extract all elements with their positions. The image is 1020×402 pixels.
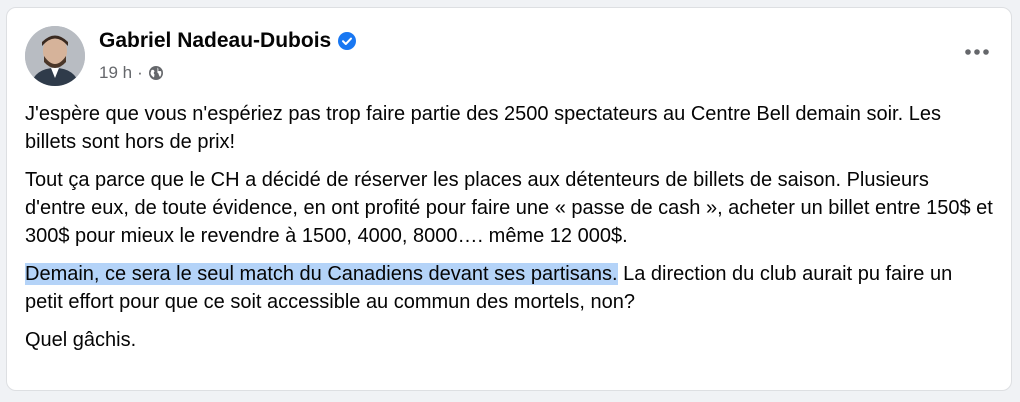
verified-badge-icon	[338, 32, 357, 50]
author-row: Gabriel Nadeau-Dubois	[99, 29, 357, 53]
post-time[interactable]: 19 h	[99, 63, 132, 83]
avatar[interactable]	[25, 26, 85, 86]
globe-icon[interactable]	[148, 65, 164, 81]
post-meta: 19 h ·	[99, 63, 164, 83]
more-options-button[interactable]	[957, 36, 997, 68]
meta-separator: ·	[137, 63, 143, 82]
post-paragraph-4: Quel gâchis.	[25, 329, 137, 351]
selected-text[interactable]: Demain, ce sera le seul match du Canadie…	[25, 263, 618, 285]
post-paragraph-1: J'espère que vous n'espériez pas trop fa…	[25, 103, 941, 153]
post-paragraph-2: Tout ça parce que le CH a décidé de rése…	[25, 169, 993, 247]
avatar-image	[25, 26, 85, 86]
author-name[interactable]: Gabriel Nadeau-Dubois	[99, 29, 331, 53]
post-body: J'espère que vous n'espériez pas trop fa…	[25, 100, 993, 364]
more-options-icon	[965, 49, 989, 55]
post-paragraph-3: Demain, ce sera le seul match du Canadie…	[25, 260, 993, 316]
post-header: Gabriel Nadeau-Dubois 19 h ·	[25, 26, 1011, 88]
post-card: Gabriel Nadeau-Dubois 19 h · J'espère qu…	[6, 7, 1012, 391]
